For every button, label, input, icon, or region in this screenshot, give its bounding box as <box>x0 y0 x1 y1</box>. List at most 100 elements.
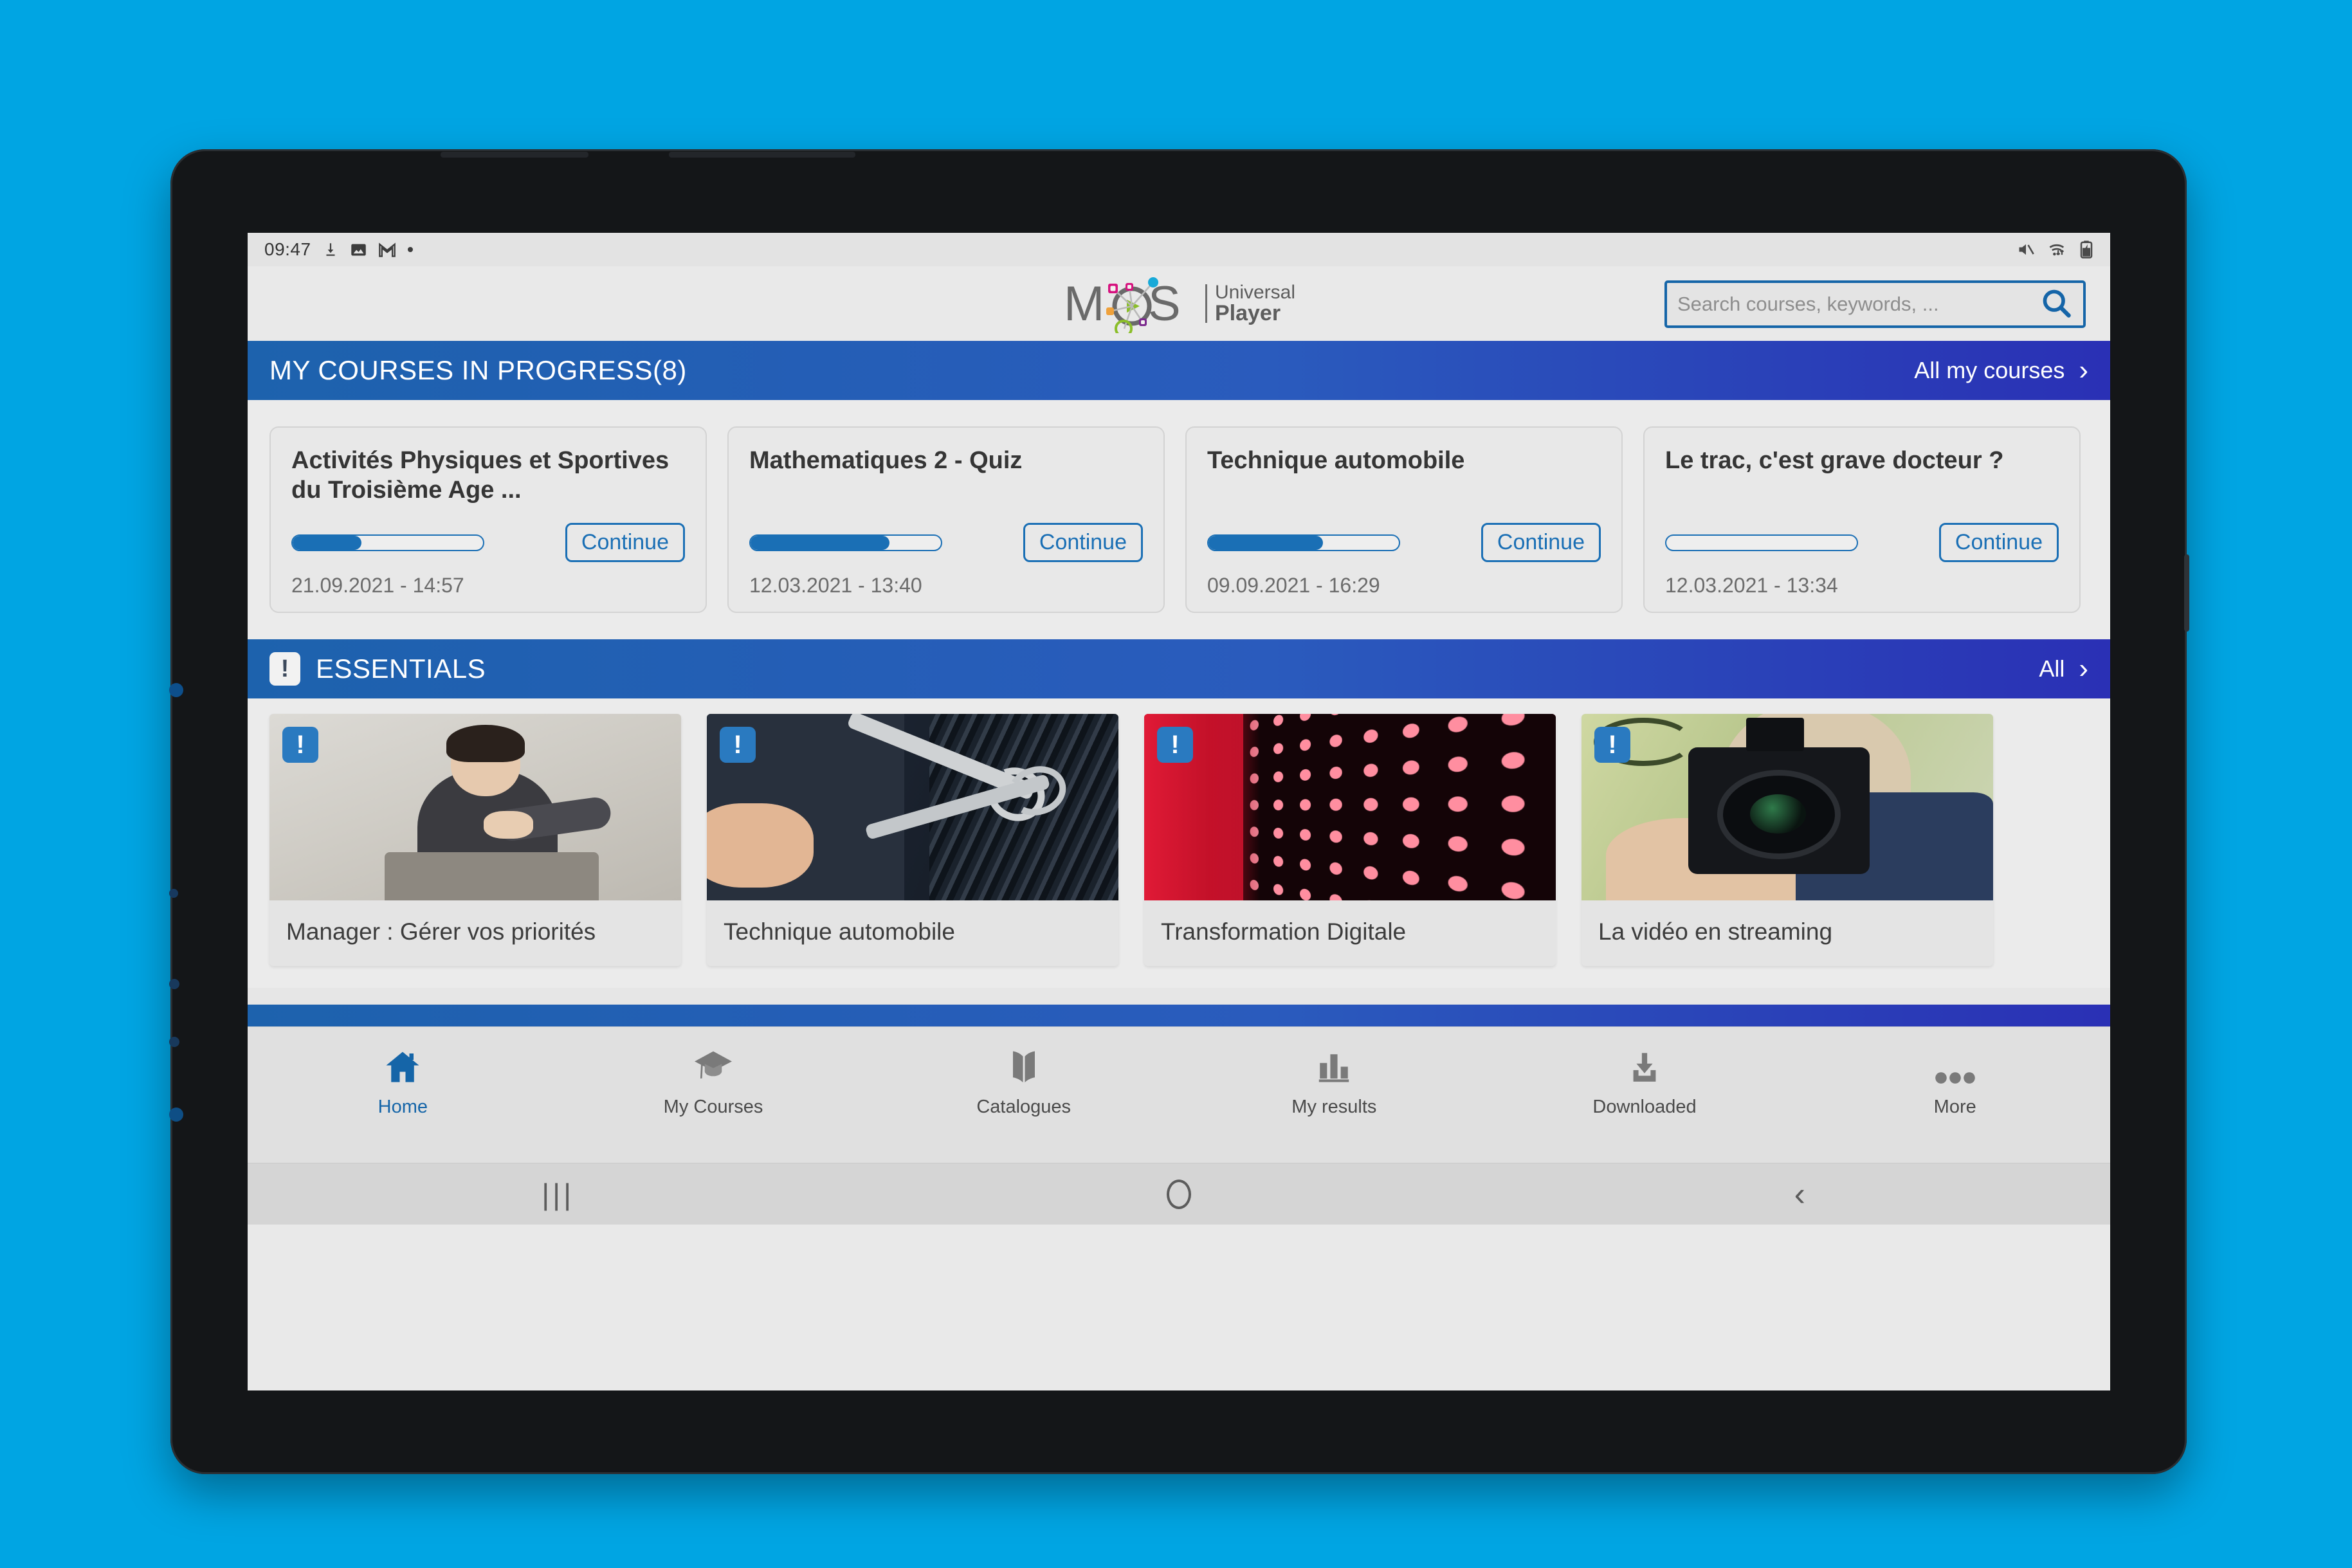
mute-icon <box>2016 241 2036 259</box>
nav-item-catalogues[interactable]: Catalogues <box>868 1027 1179 1118</box>
continue-button[interactable]: Continue <box>1938 523 2059 562</box>
course-card[interactable]: Mathematiques 2 - Quiz Continue 12.03.20… <box>727 426 1165 613</box>
home-circle-icon <box>1166 1179 1191 1209</box>
wifi-icon <box>2047 241 2068 259</box>
graduation-cap-icon <box>693 1041 734 1086</box>
nav-label-more: More <box>1933 1097 1976 1117</box>
essential-title: Technique automobile <box>724 918 955 945</box>
course-title: Mathematiques 2 - Quiz <box>749 447 1023 474</box>
nav-label-downloaded: Downloaded <box>1592 1097 1697 1117</box>
dot-icon <box>407 246 414 253</box>
nav-label-home: Home <box>378 1097 428 1117</box>
status-bar: 09:47 <box>248 233 2110 266</box>
nav-item-downloaded[interactable]: Downloaded <box>1490 1027 1800 1118</box>
download-icon <box>1626 1041 1663 1086</box>
course-title: Le trac, c'est grave docteur ? <box>1665 447 2004 474</box>
speaker-slit <box>669 152 855 158</box>
wrenches-engine-thumbnail: ! <box>707 714 1118 900</box>
essential-card[interactable]: ! La vidéo en streaming <box>1582 714 1993 967</box>
nav-label-my-results: My results <box>1291 1097 1377 1117</box>
open-book-icon <box>1005 1041 1043 1086</box>
course-title: Technique automobile <box>1207 447 1465 474</box>
battery-charging-icon <box>2079 240 2093 259</box>
all-my-courses-link[interactable]: All my courses › <box>1914 356 2088 385</box>
course-progress-bar <box>1207 534 1400 551</box>
course-card[interactable]: Le trac, c'est grave docteur ? Continue … <box>1643 426 2081 613</box>
essentials-section-title: ESSENTIALS <box>316 653 486 684</box>
home-button[interactable] <box>868 1179 1489 1209</box>
courses-section-title: MY COURSES IN PROGRESS(8) <box>269 355 687 385</box>
svg-text:M: M <box>1064 277 1104 331</box>
course-card[interactable]: Technique automobile Continue 09.09.2021… <box>1185 426 1623 613</box>
courses-carousel[interactable]: Activités Physiques et Sportives du Troi… <box>248 400 2110 639</box>
nav-label-my-courses: My Courses <box>663 1097 763 1117</box>
side-button[interactable] <box>2184 554 2189 632</box>
logo-divider <box>1205 284 1207 323</box>
exclamation-badge-icon: ! <box>282 727 318 763</box>
app-header: M S Universal Player Search courses, key… <box>248 266 2110 341</box>
essential-card[interactable]: ! Transformation Digitale <box>1144 714 1556 967</box>
essential-card[interactable]: ! Manager : Gérer vos priorités <box>269 714 681 967</box>
essentials-all-label: All <box>2039 655 2065 682</box>
course-progress-bar <box>291 534 484 551</box>
side-indicator <box>169 889 178 898</box>
exclamation-badge-icon: ! <box>1594 727 1630 763</box>
exclamation-badge-icon: ! <box>1157 727 1193 763</box>
side-indicator <box>169 683 183 697</box>
course-progress-fill <box>751 535 890 550</box>
gallery-icon <box>350 241 367 259</box>
course-progress-fill <box>293 535 361 550</box>
tablet-screen: 09:47 M S Universal Player Search course… <box>248 233 2110 1390</box>
search-icon[interactable] <box>2039 286 2073 323</box>
essentials-section-header: ! ESSENTIALS All › <box>248 639 2110 698</box>
course-date: 09.09.2021 - 16:29 <box>1207 574 1380 597</box>
system-navigation-bar: ||| ‹ <box>248 1163 2110 1225</box>
chevron-right-icon: › <box>2079 354 2088 386</box>
next-section-header-partial[interactable] <box>248 1005 2110 1026</box>
search-input[interactable]: Search courses, keywords, ... <box>1664 280 2086 328</box>
speaker-slit <box>441 152 588 158</box>
back-button[interactable]: ‹ <box>1490 1178 2110 1211</box>
logo-subtitle-line1: Universal <box>1214 282 1296 303</box>
app-logo[interactable]: M S Universal Player <box>1062 274 1295 333</box>
course-progress-fill <box>1208 535 1323 550</box>
course-date: 21.09.2021 - 14:57 <box>291 574 464 597</box>
side-indicator <box>169 1108 183 1122</box>
essential-title: La vidéo en streaming <box>1598 918 1833 945</box>
camera-photographer-thumbnail: ! <box>1582 714 1993 900</box>
course-progress-bar <box>1665 534 1858 551</box>
essentials-carousel[interactable]: ! Manager : Gérer vos priorités ! Techni… <box>248 698 2110 988</box>
exclamation-badge-icon: ! <box>720 727 756 763</box>
recent-apps-button[interactable]: ||| <box>248 1180 868 1209</box>
all-my-courses-label: All my courses <box>1914 357 2065 383</box>
nav-item-home[interactable]: Home <box>248 1027 558 1118</box>
nav-item-my-results[interactable]: My results <box>1179 1027 1490 1118</box>
recent-apps-icon: ||| <box>542 1177 575 1211</box>
essentials-all-link[interactable]: All › <box>2039 655 2088 683</box>
continue-button[interactable]: Continue <box>1481 523 1601 562</box>
course-title: Activités Physiques et Sportives du Troi… <box>291 447 676 504</box>
nav-item-more[interactable]: More <box>1800 1027 2110 1118</box>
course-date: 12.03.2021 - 13:34 <box>1665 574 1838 597</box>
mos-logo-icon: M S <box>1064 277 1181 333</box>
section-gap <box>248 988 2110 1005</box>
manager-watch-thumbnail: ! <box>269 714 681 900</box>
essential-card[interactable]: ! Technique automobile <box>707 714 1118 967</box>
status-clock: 09:47 <box>264 239 311 259</box>
continue-button[interactable]: Continue <box>1023 523 1143 562</box>
gmail-icon <box>378 241 396 258</box>
side-indicator <box>169 979 179 989</box>
continue-button[interactable]: Continue <box>565 523 685 562</box>
ellipsis-icon <box>1935 1041 1976 1086</box>
red-led-matrix-thumbnail: ! <box>1144 714 1556 900</box>
course-card[interactable]: Activités Physiques et Sportives du Troi… <box>269 426 707 613</box>
nav-item-my-courses[interactable]: My Courses <box>558 1027 869 1118</box>
chevron-right-icon: › <box>2079 653 2088 684</box>
logo-subtitle-line2: Player <box>1214 301 1281 325</box>
nav-label-catalogues: Catalogues <box>976 1097 1071 1117</box>
essential-title: Manager : Gérer vos priorités <box>286 918 596 945</box>
tablet-device: 09:47 M S Universal Player Search course… <box>169 149 2189 1474</box>
side-indicator <box>169 1037 179 1047</box>
exclamation-badge-icon: ! <box>269 652 300 686</box>
download-icon <box>322 241 339 259</box>
